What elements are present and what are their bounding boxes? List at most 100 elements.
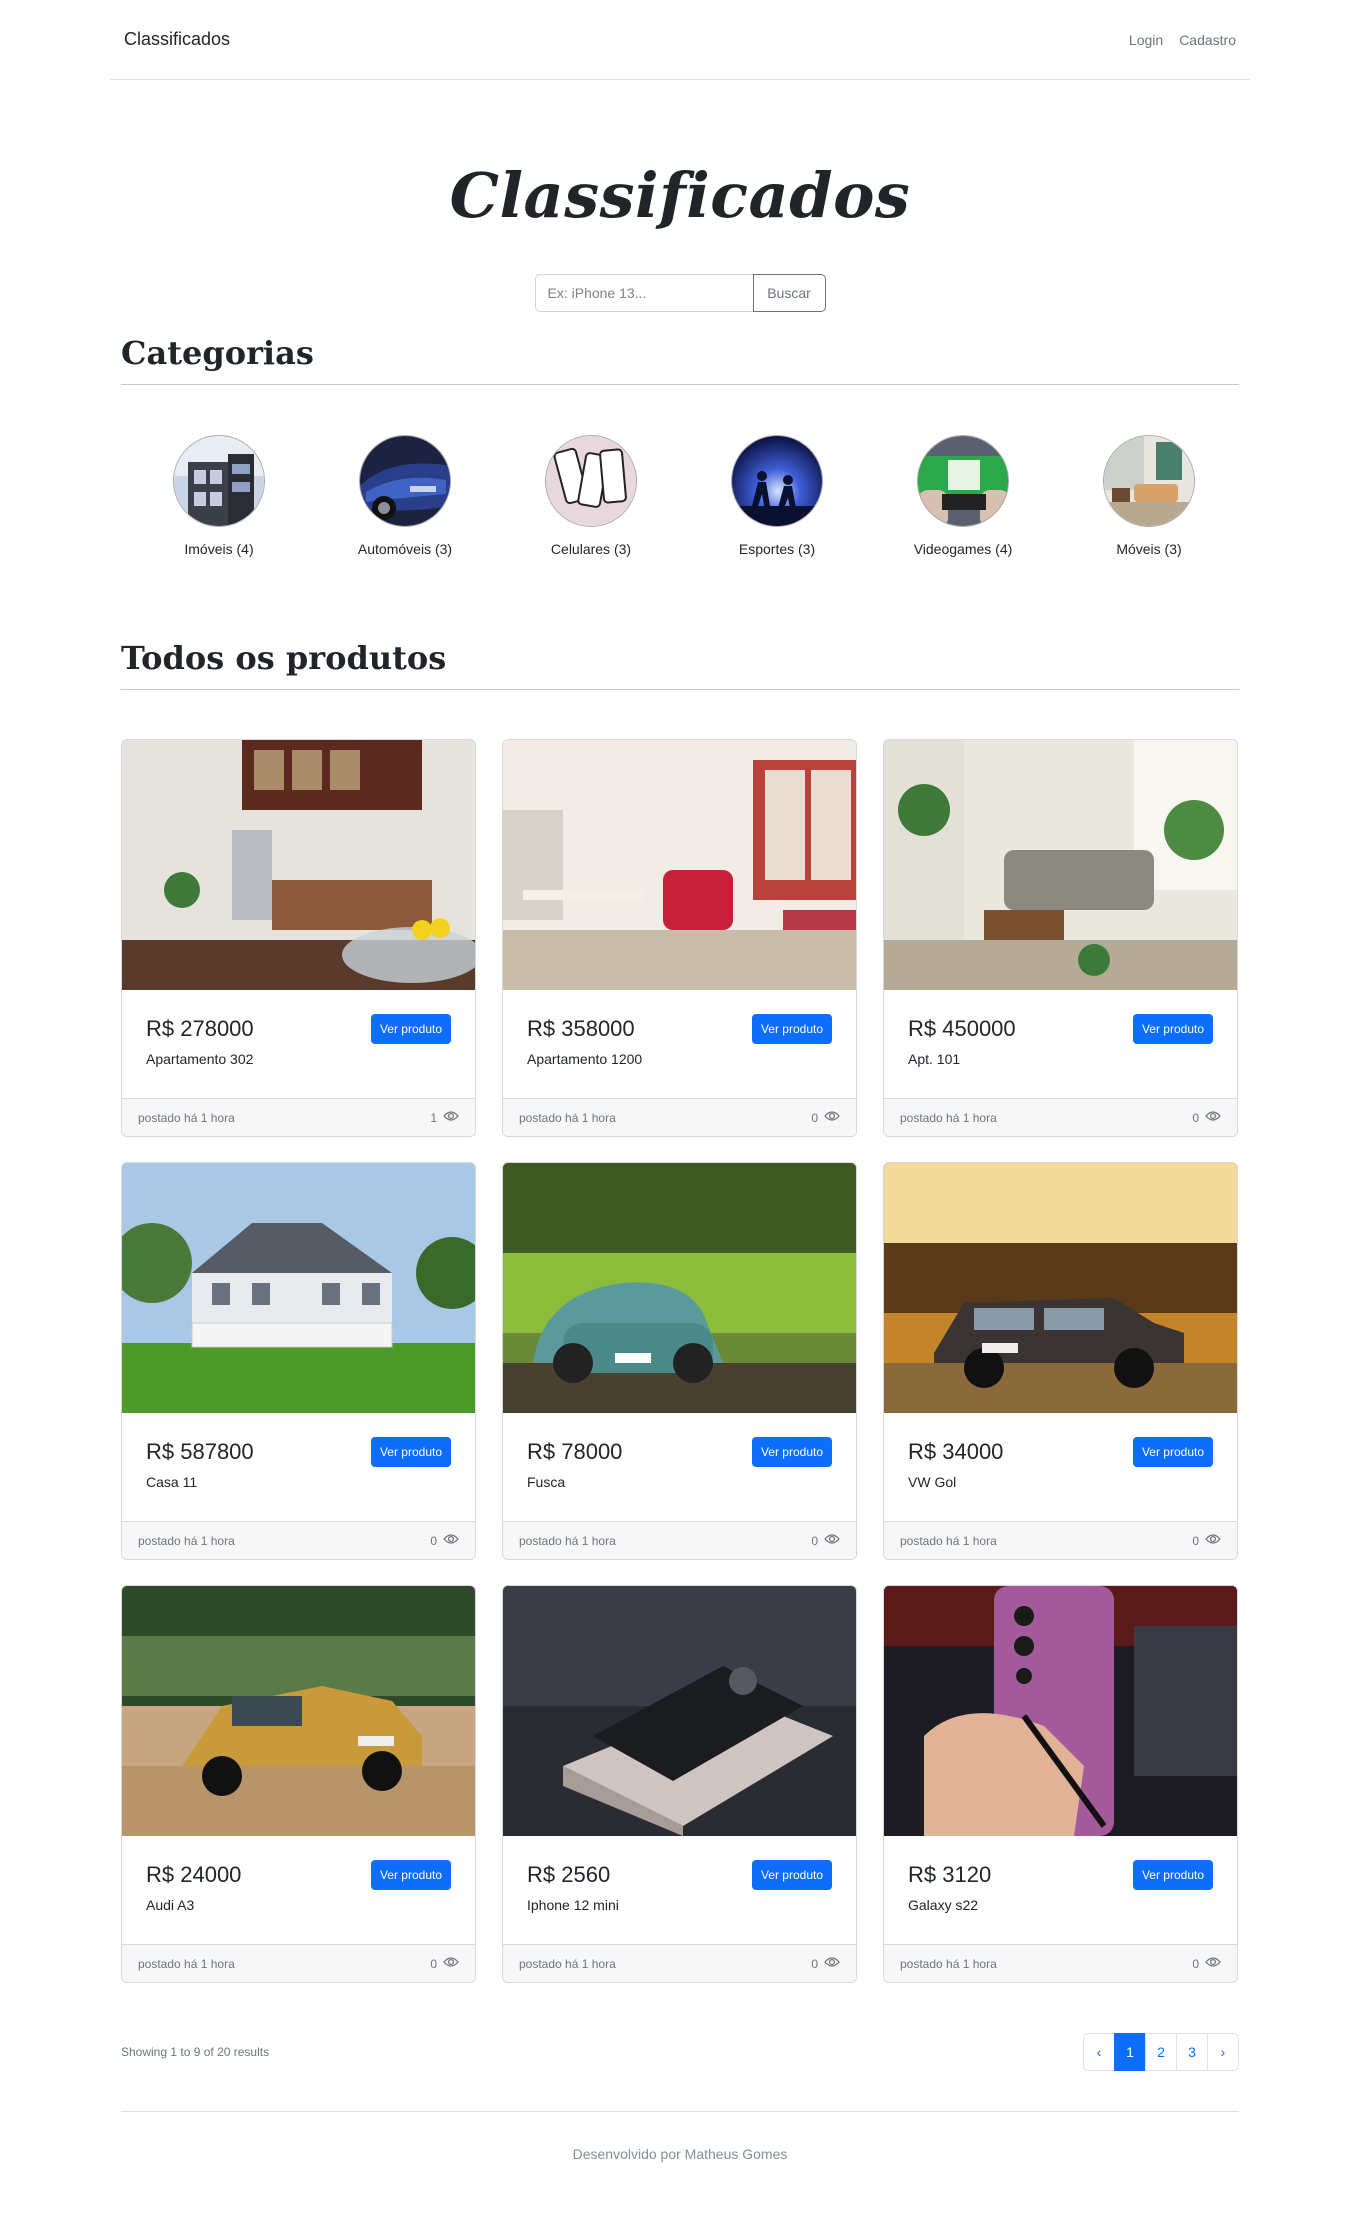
login-link[interactable]: Login [1129,32,1163,48]
product-name: Audi A3 [146,1897,195,1913]
product-card: R$ 278000 Ver produto Apartamento 302 po… [121,739,476,1137]
card-footer: postado há 1 hora 0 [503,1945,856,1982]
category-imoveis[interactable]: Imóveis (4) [149,435,289,557]
product-price: R$ 358000 [527,1016,635,1041]
category-image-videogames [917,435,1009,527]
product-card: R$ 3120 Ver produto Galaxy s22 postado h… [883,1585,1238,1983]
category-label: Celulares (3) [550,541,632,557]
category-list: Imóveis (4) Automóveis (3) Celulares (3)… [121,435,1239,557]
card-body: R$ 78000 Ver produto Fusca [503,1413,856,1522]
product-image [884,1163,1237,1413]
category-label: Automóveis (3) [357,541,453,557]
product-name: Casa 11 [146,1474,198,1490]
view-product-button[interactable]: Ver produto [1132,1860,1213,1890]
product-name: Apartamento 1200 [527,1051,643,1067]
footer: Desenvolvido por Matheus Gomes [121,2111,1239,2162]
product-name: Galaxy s22 [908,1897,979,1913]
product-price: R$ 78000 [527,1439,623,1464]
view-product-button[interactable]: Ver produto [370,1437,451,1467]
page-3-button[interactable]: 3 [1176,2033,1208,2071]
card-footer: postado há 1 hora 0 [884,1099,1237,1136]
posted-time: postado há 1 hora [519,1956,616,1971]
card-footer: postado há 1 hora 0 [503,1099,856,1136]
category-image-esportes [731,435,823,527]
results-summary: Showing 1 to 9 of 20 results [121,2045,270,2059]
category-automoveis[interactable]: Automóveis (3) [335,435,475,557]
product-price: R$ 278000 [146,1016,254,1041]
view-product-button[interactable]: Ver produto [751,1014,832,1044]
category-label: Móveis (3) [1116,541,1182,557]
page-2-button[interactable]: 2 [1145,2033,1177,2071]
posted-time: postado há 1 hora [900,1533,997,1548]
search-button[interactable]: Buscar [752,274,826,312]
hero-title: Classificados [449,159,911,232]
card-body: R$ 34000 Ver produto VW Gol [884,1413,1237,1522]
card-footer: postado há 1 hora 0 [884,1522,1237,1559]
category-videogames[interactable]: Videogames (4) [893,435,1033,557]
view-product-button[interactable]: Ver produto [1132,1014,1213,1044]
pagination-row: Showing 1 to 9 of 20 results ‹ 1 2 3 › [121,2033,1239,2071]
eye-icon [443,1533,459,1548]
view-product-button[interactable]: Ver produto [751,1437,832,1467]
product-image [503,1163,856,1413]
eye-icon [443,1956,459,1971]
view-count-value: 0 [1192,1956,1199,1971]
view-product-button[interactable]: Ver produto [370,1860,451,1890]
category-image-moveis [1103,435,1195,527]
search-input[interactable] [534,274,753,312]
view-count-value: 0 [811,1533,818,1548]
category-esportes[interactable]: Esportes (3) [707,435,847,557]
product-price: R$ 450000 [908,1016,1016,1041]
next-page-button[interactable]: › [1207,2033,1239,2071]
navbar: Classificados Login Cadastro [110,0,1250,80]
product-card: R$ 2560 Ver produto Iphone 12 mini posta… [502,1585,857,1983]
view-product-button[interactable]: Ver produto [1132,1437,1213,1467]
eye-icon [824,1956,840,1971]
posted-time: postado há 1 hora [138,1110,235,1125]
category-celulares[interactable]: Celulares (3) [521,435,661,557]
product-price: R$ 34000 [908,1439,1004,1464]
view-product-button[interactable]: Ver produto [370,1014,451,1044]
card-footer: postado há 1 hora 0 [122,1945,475,1982]
posted-time: postado há 1 hora [519,1533,616,1548]
eye-icon [443,1110,459,1125]
category-image-celulares [545,435,637,527]
view-count-value: 1 [430,1110,437,1125]
product-name: Iphone 12 mini [527,1897,619,1913]
category-moveis[interactable]: Móveis (3) [1079,435,1219,557]
view-count: 1 [430,1110,459,1125]
view-count: 0 [1192,1956,1221,1971]
view-count-value: 0 [430,1533,437,1548]
product-name: Fusca [527,1474,566,1490]
card-body: R$ 3120 Ver produto Galaxy s22 [884,1836,1237,1945]
view-count: 0 [430,1533,459,1548]
nav-links: Login Cadastro [1129,32,1236,48]
product-name: Apt. 101 [908,1051,961,1067]
eye-icon [824,1533,840,1548]
signup-link[interactable]: Cadastro [1179,32,1236,48]
product-image [884,1586,1237,1836]
card-footer: postado há 1 hora 0 [884,1945,1237,1982]
product-card: R$ 24000 Ver produto Audi A3 postado há … [121,1585,476,1983]
category-label: Esportes (3) [738,541,816,557]
product-name: Apartamento 302 [146,1051,254,1067]
posted-time: postado há 1 hora [519,1110,616,1125]
view-count-value: 0 [811,1110,818,1125]
product-card: R$ 587800 Ver produto Casa 11 postado há… [121,1162,476,1560]
view-count-value: 0 [1192,1110,1199,1125]
card-body: R$ 450000 Ver produto Apt. 101 [884,990,1237,1099]
card-body: R$ 358000 Ver produto Apartamento 1200 [503,990,856,1099]
view-product-button[interactable]: Ver produto [751,1860,832,1890]
posted-time: postado há 1 hora [900,1956,997,1971]
card-body: R$ 278000 Ver produto Apartamento 302 [122,990,475,1099]
page-1-button[interactable]: 1 [1114,2033,1146,2071]
view-count-value: 0 [1192,1533,1199,1548]
product-image [122,1163,475,1413]
eye-icon [1205,1956,1221,1971]
prev-page-button[interactable]: ‹ [1083,2033,1115,2071]
product-price: R$ 2560 [527,1862,611,1887]
categories-title: Categorias [121,334,1239,385]
brand-link[interactable]: Classificados [124,29,230,50]
product-card: R$ 78000 Ver produto Fusca postado há 1 … [502,1162,857,1560]
category-label: Imóveis (4) [184,541,254,557]
